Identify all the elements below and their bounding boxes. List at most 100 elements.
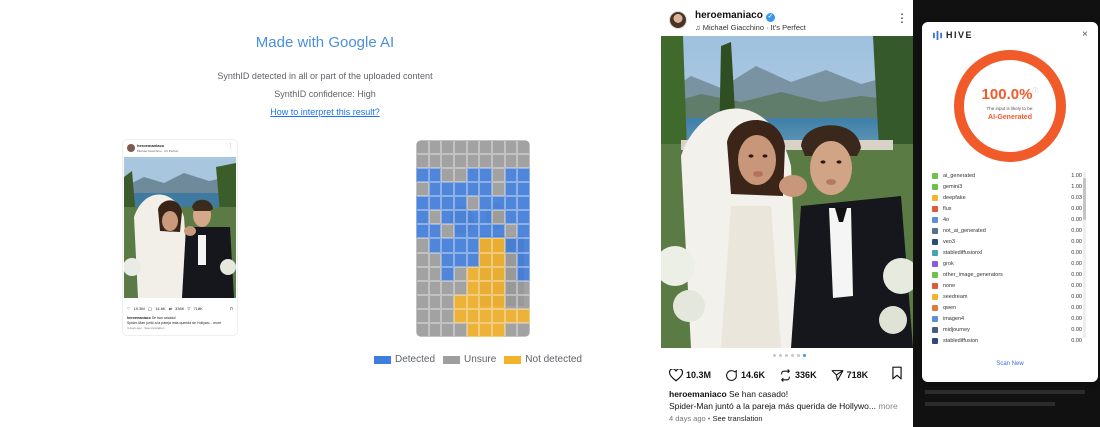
post-more-icon[interactable]: ⋮ xyxy=(896,11,908,25)
hive-class-row: not_ai_generated 0.00 xyxy=(932,225,1082,236)
class-score: 0.00 xyxy=(1071,216,1082,223)
heatmap-cell xyxy=(492,294,505,309)
hive-class-row: veo3 0.00 xyxy=(932,236,1082,247)
bookmark-icon[interactable] xyxy=(891,366,903,380)
ai-score-subtitle: The input is likely to be: xyxy=(986,106,1034,111)
hive-class-row: other_image_generators 0.00 xyxy=(932,269,1082,280)
class-name: flux xyxy=(943,205,952,212)
thumbnail-bookmark-icon: ⊓ xyxy=(229,306,233,311)
heatmap-cell xyxy=(466,182,480,197)
comment-count: 14.6K xyxy=(741,370,766,380)
heatmap-cell xyxy=(492,266,505,281)
heatmap-cell xyxy=(416,322,429,337)
heatmap-cell xyxy=(454,140,467,155)
hive-class-row: flux 0.00 xyxy=(932,203,1082,214)
heatmap-cell xyxy=(479,308,492,323)
ai-score-ring: 100.0%ⓘ The input is likely to be: AI-Ge… xyxy=(954,50,1066,162)
heatmap-cell xyxy=(504,196,518,211)
heatmap-cell xyxy=(466,224,480,239)
thumbnail-more-icon: ⋮ xyxy=(228,143,233,149)
heatmap-cell xyxy=(428,224,442,239)
heatmap-cell xyxy=(466,308,480,323)
class-score: 0.00 xyxy=(1071,304,1082,311)
heatmap-cell xyxy=(416,294,429,309)
heatmap-cell xyxy=(517,224,530,239)
class-score: 0.00 xyxy=(1071,337,1082,344)
class-score: 0.00 xyxy=(1071,260,1082,267)
class-score: 0.00 xyxy=(1071,315,1082,322)
heatmap-cell xyxy=(428,154,442,169)
heatmap-cell xyxy=(428,168,442,183)
heatmap-cell xyxy=(504,182,518,197)
heatmap-cell xyxy=(492,252,505,267)
caption-line2-text: Spider-Man juntó a la pareja más querida… xyxy=(669,401,876,411)
synthid-heatmap xyxy=(416,140,530,337)
hive-class-row: 4o 0.00 xyxy=(932,214,1082,225)
heatmap-cell xyxy=(454,308,467,323)
heatmap-cell xyxy=(504,168,518,183)
heatmap-cell xyxy=(454,238,467,253)
thumbnail-caption: heroemaniaco Se han casado! xyxy=(127,316,176,320)
thumbnail-repost-icon: ⇄ xyxy=(168,306,173,311)
legend-unsure: Unsure xyxy=(443,354,496,365)
heatmap-cell xyxy=(479,168,492,183)
heatmap-cell xyxy=(479,224,492,239)
heatmap-cell xyxy=(479,182,492,197)
scan-new-button[interactable]: Scan New xyxy=(922,361,1098,367)
class-name: not_ai_generated xyxy=(943,227,986,234)
heatmap-cell xyxy=(466,140,480,155)
post-audio[interactable]: ♫ Michael Giacchino · It's Perfect xyxy=(695,23,806,32)
heatmap-cell xyxy=(416,196,429,211)
heatmap-cell xyxy=(416,308,429,323)
comment-button[interactable]: 14.6K xyxy=(725,369,765,382)
heatmap-cell xyxy=(517,308,530,323)
post-username[interactable]: heroemaniaco xyxy=(695,10,763,21)
class-name: 4o xyxy=(943,216,950,223)
class-score: 0.00 xyxy=(1071,238,1082,245)
heatmap-cell xyxy=(454,266,467,281)
thumbnail-likes: 10.3M xyxy=(133,306,145,311)
heatmap-cell xyxy=(466,154,480,169)
thumbnail-header: heroemaniaco Michael Giacchino · It's Pe… xyxy=(123,140,237,157)
heatmap-cell xyxy=(504,322,518,337)
class-score: 0.03 xyxy=(1071,194,1082,201)
heatmap-cell xyxy=(492,322,505,337)
heatmap-cell xyxy=(504,154,518,169)
interpret-result-link[interactable]: How to interpret this result? xyxy=(0,107,650,117)
heatmap-cell xyxy=(479,280,492,295)
heatmap-cell xyxy=(466,322,480,337)
hive-class-row: midjourney 0.00 xyxy=(932,324,1082,335)
post-avatar[interactable] xyxy=(669,11,687,29)
heatmap-cell xyxy=(517,182,530,197)
share-button[interactable]: 718K xyxy=(831,369,868,382)
heatmap-cell xyxy=(504,140,518,155)
see-translation-link[interactable]: See translation xyxy=(713,414,763,423)
class-color-swatch xyxy=(932,337,938,344)
repost-button[interactable]: 336K xyxy=(779,368,817,382)
caption-more-link[interactable]: more xyxy=(878,401,897,411)
class-color-swatch xyxy=(932,194,938,201)
post-meta: 4 days ago • See translation xyxy=(669,414,763,423)
heatmap-cell xyxy=(492,140,505,155)
class-name: midjourney xyxy=(943,326,970,333)
heatmap-cell xyxy=(416,182,429,197)
heatmap-cell xyxy=(517,196,530,211)
hive-class-row: grok 0.00 xyxy=(932,258,1082,269)
like-button[interactable]: 10.3M xyxy=(669,368,711,382)
hive-brand: HIVE xyxy=(946,30,974,40)
close-icon[interactable]: × xyxy=(1082,29,1088,40)
hive-list-scrollbar[interactable] xyxy=(1083,172,1086,338)
heatmap-cell xyxy=(428,280,442,295)
heart-icon xyxy=(669,368,683,381)
social-post: heroemaniaco ✓ ♫ Michael Giacchino · It's… xyxy=(655,0,915,427)
heatmap-cell xyxy=(517,154,530,169)
thumbnail-caption-line2: Spider-Man juntó a la pareja más querida… xyxy=(127,321,222,325)
heatmap-cell xyxy=(441,308,454,323)
heatmap-grid xyxy=(416,140,530,337)
heatmap-cell xyxy=(441,140,454,155)
caption-username[interactable]: heroemaniaco xyxy=(669,389,727,399)
legend-detected-swatch xyxy=(374,355,391,364)
heatmap-cell xyxy=(492,210,505,225)
heatmap-cell xyxy=(454,168,467,183)
post-photo[interactable] xyxy=(661,36,913,348)
